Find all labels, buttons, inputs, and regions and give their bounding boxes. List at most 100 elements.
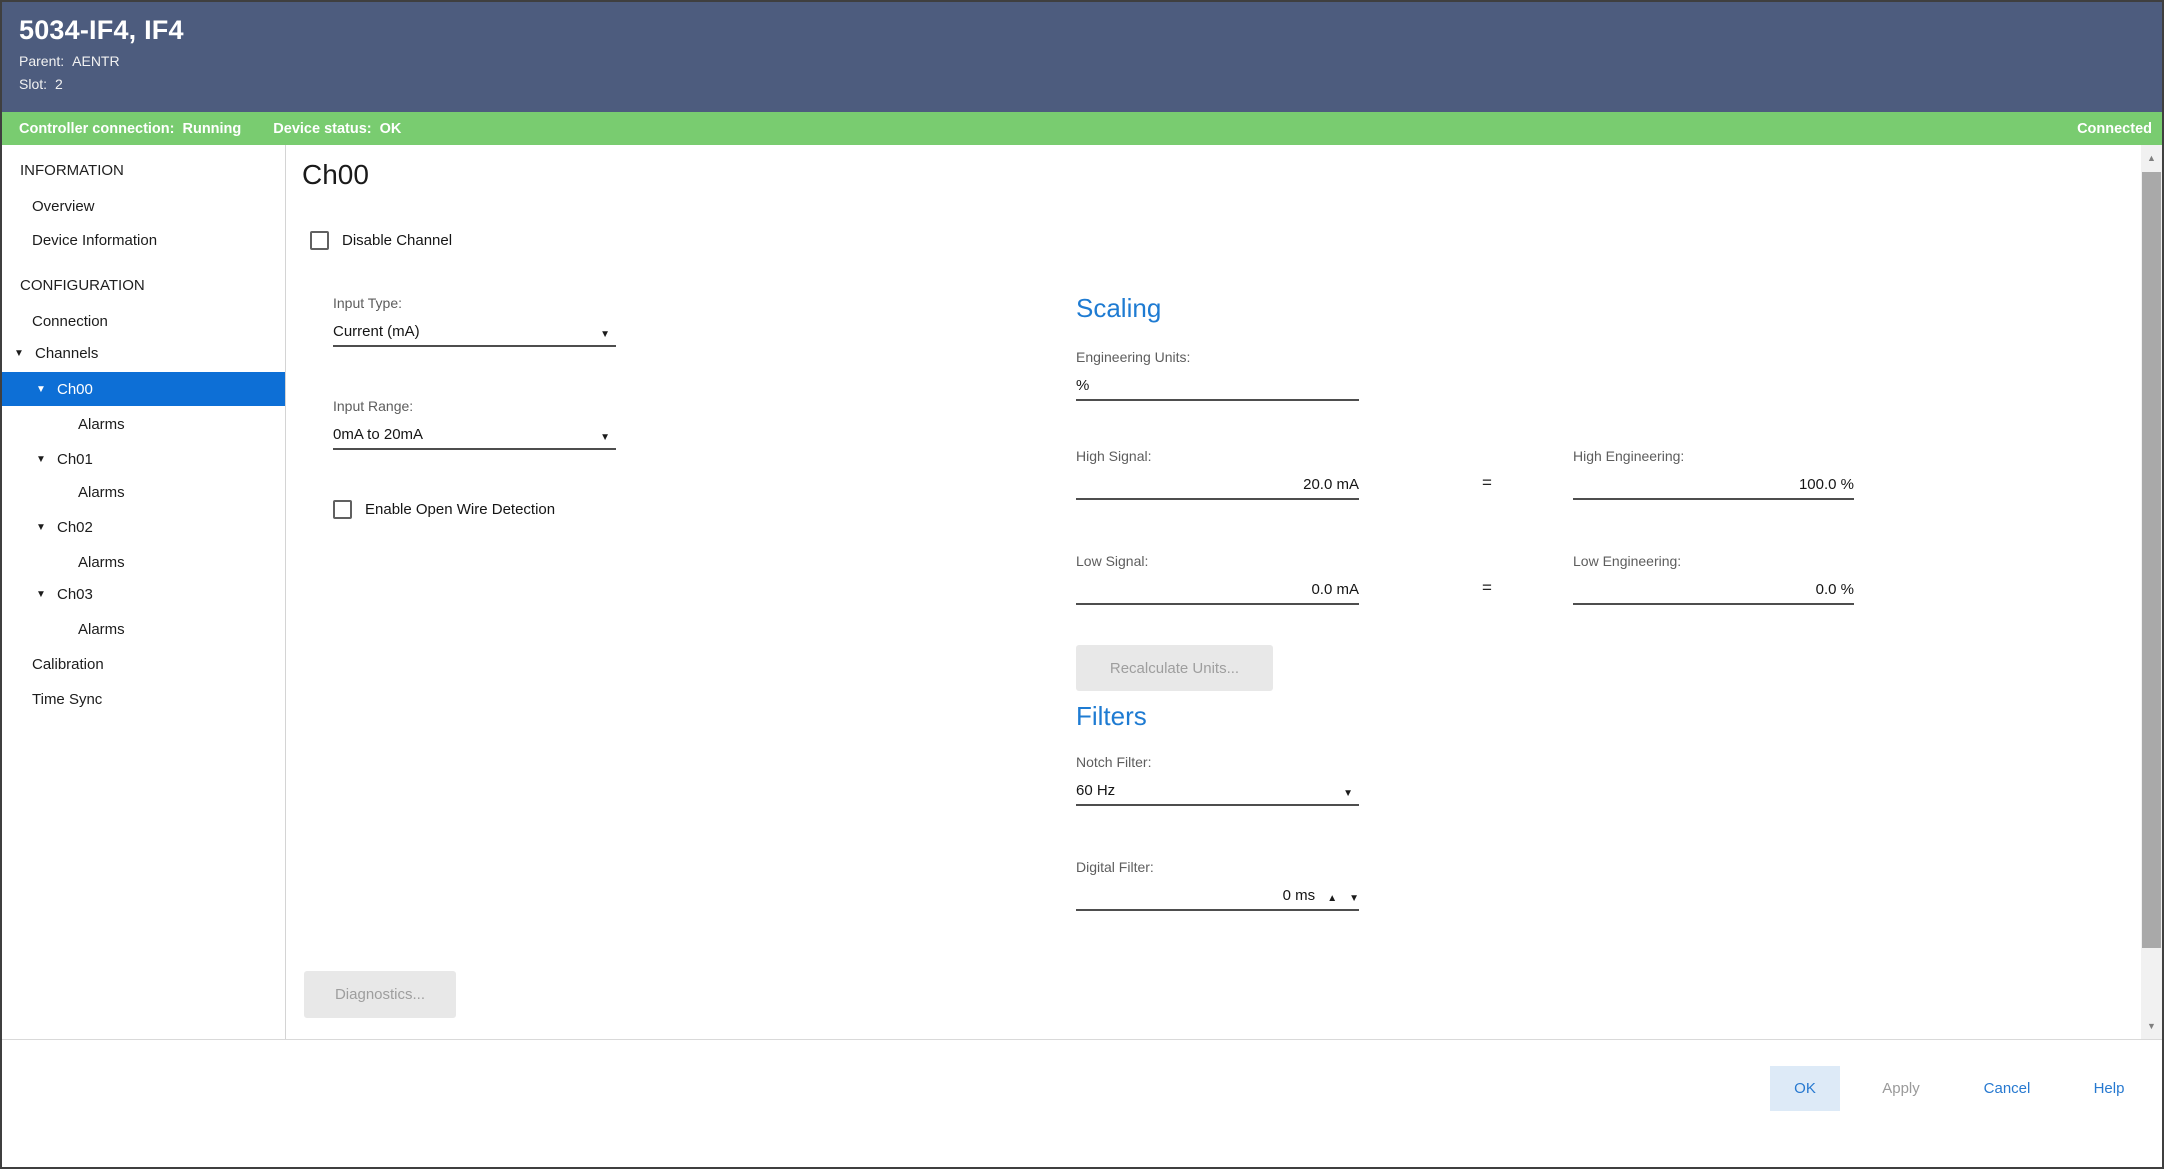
input-range-dropdown[interactable]: 0mA to 20mA ▼	[333, 422, 616, 450]
digital-filter-value: 0 ms	[1283, 887, 1316, 904]
slot-label: Slot:	[19, 76, 47, 92]
header: 5034-IF4, IF4 Parent: AENTR Slot: 2	[2, 2, 2162, 112]
sidebar-item-ch03[interactable]: ▼Ch03	[2, 579, 285, 609]
low-signal-input[interactable]: 0.0 mA	[1076, 577, 1359, 605]
controller-connection-value: Running	[182, 121, 241, 137]
apply-button[interactable]: Apply	[1864, 1066, 1938, 1111]
low-engineering-field: Low Engineering: 0.0 %	[1573, 553, 1854, 605]
digital-filter-input[interactable]: 0 ms ▲ ▼	[1076, 883, 1359, 911]
help-button[interactable]: Help	[2073, 1066, 2145, 1111]
disable-channel-checkbox-row: Disable Channel	[310, 231, 452, 250]
sidebar-item-ch00-alarms[interactable]: Alarms	[2, 409, 285, 439]
controller-connection-label: Controller connection:	[19, 121, 174, 137]
low-signal-label: Low Signal:	[1076, 553, 1359, 577]
engineering-units-field: Engineering Units: %	[1076, 349, 1359, 401]
low-engineering-input[interactable]: 0.0 %	[1573, 577, 1854, 605]
equals-sign: =	[1482, 473, 1492, 493]
diagnostics-button[interactable]: Diagnostics...	[304, 971, 456, 1018]
footer: OK Apply Cancel Help	[2, 1039, 2162, 1167]
sidebar-item-ch03-alarms[interactable]: Alarms	[2, 614, 285, 644]
engineering-units-value: %	[1076, 377, 1089, 394]
input-type-dropdown[interactable]: Current (mA) ▼	[333, 319, 616, 347]
vertical-scrollbar[interactable]: ▲ ▼	[2141, 145, 2162, 1039]
engineering-units-label: Engineering Units:	[1076, 349, 1359, 373]
sidebar-item-time-sync[interactable]: Time Sync	[2, 684, 285, 714]
scaling-heading: Scaling	[1076, 293, 1161, 324]
slot-line: Slot: 2	[19, 76, 2162, 92]
scroll-up-icon[interactable]: ▲	[2141, 145, 2162, 171]
expand-arrow-icon[interactable]: ▼	[14, 348, 35, 359]
input-type-label: Input Type:	[333, 295, 616, 319]
expand-arrow-icon[interactable]: ▼	[36, 522, 57, 533]
sidebar-item-device-information[interactable]: Device Information	[2, 225, 285, 255]
low-signal-value: 0.0 mA	[1311, 581, 1359, 598]
equals-sign: =	[1482, 578, 1492, 598]
notch-filter-dropdown[interactable]: 60 Hz ▼	[1076, 778, 1359, 806]
sidebar-item-ch02[interactable]: ▼Ch02	[2, 512, 285, 542]
sidebar-item-connection[interactable]: Connection	[2, 306, 285, 336]
scrollbar-thumb[interactable]	[2142, 172, 2161, 948]
connection-state-badge: Connected	[2077, 121, 2152, 137]
sidebar-section-information: INFORMATION	[2, 155, 285, 185]
expand-arrow-icon[interactable]: ▼	[36, 454, 57, 465]
high-signal-label: High Signal:	[1076, 448, 1359, 472]
device-status-value: OK	[380, 121, 402, 137]
low-signal-field: Low Signal: 0.0 mA	[1076, 553, 1359, 605]
engineering-units-input[interactable]: %	[1076, 373, 1359, 401]
input-range-label: Input Range:	[333, 398, 616, 422]
page-title: 5034-IF4, IF4	[19, 15, 2162, 46]
high-signal-input[interactable]: 20.0 mA	[1076, 472, 1359, 500]
chevron-down-icon: ▼	[1343, 788, 1359, 799]
slot-value: 2	[55, 76, 63, 92]
expand-arrow-icon[interactable]: ▼	[36, 589, 57, 600]
open-wire-label: Enable Open Wire Detection	[365, 501, 555, 518]
spinner-down-icon[interactable]: ▼	[1349, 893, 1359, 904]
low-engineering-value: 0.0 %	[1816, 581, 1854, 598]
notch-filter-field: Notch Filter: 60 Hz ▼	[1076, 754, 1359, 806]
high-engineering-label: High Engineering:	[1573, 448, 1854, 472]
sidebar-item-ch00[interactable]: ▼Ch00	[2, 372, 285, 406]
input-type-field: Input Type: Current (mA) ▼	[333, 295, 616, 347]
high-engineering-field: High Engineering: 100.0 %	[1573, 448, 1854, 500]
parent-label: Parent:	[19, 53, 64, 69]
disable-channel-label: Disable Channel	[342, 232, 452, 249]
sidebar-item-ch02-alarms[interactable]: Alarms	[2, 547, 285, 577]
high-signal-field: High Signal: 20.0 mA	[1076, 448, 1359, 500]
open-wire-checkbox[interactable]	[333, 500, 352, 519]
digital-filter-label: Digital Filter:	[1076, 859, 1359, 883]
parent-value: AENTR	[72, 53, 119, 69]
expand-arrow-icon[interactable]: ▼	[36, 384, 57, 395]
navigation-sidebar: INFORMATION Overview Device Information …	[2, 145, 286, 1039]
sidebar-item-ch01[interactable]: ▼Ch01	[2, 444, 285, 474]
low-engineering-label: Low Engineering:	[1573, 553, 1854, 577]
disable-channel-checkbox[interactable]	[310, 231, 329, 250]
open-wire-checkbox-row: Enable Open Wire Detection	[333, 500, 555, 519]
sidebar-item-calibration[interactable]: Calibration	[2, 649, 285, 679]
channel-title: Ch00	[302, 159, 369, 191]
scroll-down-icon[interactable]: ▼	[2141, 1013, 2162, 1039]
input-type-value: Current (mA)	[333, 323, 420, 340]
input-range-value: 0mA to 20mA	[333, 426, 423, 443]
sidebar-section-configuration: CONFIGURATION	[2, 270, 285, 300]
module-properties-dialog: 5034-IF4, IF4 Parent: AENTR Slot: 2 Contro…	[0, 0, 2164, 1169]
high-signal-value: 20.0 mA	[1303, 476, 1359, 493]
recalculate-units-button[interactable]: Recalculate Units...	[1076, 645, 1273, 691]
spinner-up-icon[interactable]: ▲	[1327, 893, 1337, 904]
status-bar: Controller connection: Running Device st…	[2, 112, 2162, 145]
chevron-down-icon: ▼	[600, 432, 616, 443]
sidebar-item-overview[interactable]: Overview	[2, 191, 285, 221]
chevron-down-icon: ▼	[600, 329, 616, 340]
high-engineering-value: 100.0 %	[1799, 476, 1854, 493]
notch-filter-label: Notch Filter:	[1076, 754, 1359, 778]
digital-filter-field: Digital Filter: 0 ms ▲ ▼	[1076, 859, 1359, 911]
device-status-label: Device status:	[273, 121, 371, 137]
filters-heading: Filters	[1076, 701, 1147, 732]
notch-filter-value: 60 Hz	[1076, 782, 1115, 799]
input-range-field: Input Range: 0mA to 20mA ▼	[333, 398, 616, 450]
high-engineering-input[interactable]: 100.0 %	[1573, 472, 1854, 500]
main-content: Ch00 Disable Channel Input Type: Current…	[286, 145, 2141, 1039]
sidebar-item-channels[interactable]: ▼Channels	[2, 338, 285, 368]
ok-button[interactable]: OK	[1770, 1066, 1840, 1111]
cancel-button[interactable]: Cancel	[1965, 1066, 2049, 1111]
sidebar-item-ch01-alarms[interactable]: Alarms	[2, 477, 285, 507]
